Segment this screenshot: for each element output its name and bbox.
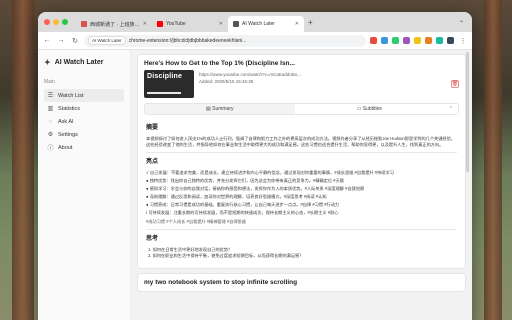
extension-icon[interactable] [447, 37, 454, 44]
window-controls [44, 19, 68, 25]
trash-icon: 🗑 [451, 81, 459, 87]
sidebar-item-label: Settings [58, 131, 78, 138]
extension-icon[interactable] [370, 37, 377, 44]
address-bar[interactable]: AI Watch Later chrome-extension://jbhcdc… [84, 34, 366, 47]
brand-name: AI Watch Later [54, 59, 104, 66]
new-tab-button[interactable]: + [308, 18, 313, 27]
sidebar-item-label: About [58, 144, 73, 151]
extension-icon[interactable] [414, 37, 421, 44]
close-tab-icon[interactable]: ✕ [295, 21, 299, 27]
back-icon[interactable]: ← [42, 37, 52, 44]
tab-summary[interactable]: ▤ Summary [145, 104, 295, 114]
tab-search-button[interactable]: ⌄ [459, 17, 464, 24]
info-icon: ⓘ [47, 146, 54, 152]
main-content: Here's How to Get to the Top 1% (Discipl… [131, 50, 472, 320]
browser-tab[interactable]: 西城新通了 · 上班族 · 开始... ✕ [76, 16, 152, 32]
sidebar-item-ask-ai[interactable]: ◌ Ask AI [44, 115, 124, 128]
tab-favicon-icon [233, 21, 239, 27]
highlight-item: ● 感知学习：学会与你的自我对话，接纳你的感受和想法，发挥你作为人的本质优势。#… [146, 185, 365, 191]
video-title[interactable]: Here's How to Get to the Top 1% (Discipl… [144, 60, 459, 67]
highlight-item: ● 独特优势：找出你自己独特的优势，并充分发挥它们，因为这会为你带来真正的竞争力… [146, 177, 344, 183]
browser-window: 西城新通了 · 上班族 · 开始... ✕ YouTube ✕ AI Watch… [38, 12, 472, 320]
extension-icon[interactable] [381, 37, 388, 44]
close-tab-icon[interactable]: ✕ [143, 21, 147, 27]
added-date: Added: 2025/5/15 15:46:38 [199, 79, 254, 84]
close-tab-icon[interactable]: ✕ [219, 21, 223, 27]
video-url[interactable]: https://www.youtube.com/watch?v=mCaEaddo… [199, 72, 446, 77]
content-tabs: ▤ Summary ▭ Subtitles ⌃ [144, 103, 459, 115]
thumbnail-bar [147, 92, 181, 94]
background-tree [484, 0, 502, 320]
highlight-item: I 可持续发展：注重长期的可持续发展，而不是短期的快速成功，保持长期主义的心态，… [146, 210, 339, 216]
zoom-window-button[interactable] [62, 19, 68, 25]
extension-icon[interactable] [425, 37, 432, 44]
sidebar-item-statistics[interactable]: ▥ Statistics [44, 102, 124, 115]
browser-tab-active[interactable]: AI Watch Later ✕ [228, 16, 304, 32]
extension-icon[interactable] [403, 37, 410, 44]
extension-icon[interactable] [436, 37, 443, 44]
highlights-heading: 亮点 [146, 158, 159, 165]
tab-bar: 西城新通了 · 上班族 · 开始... ✕ YouTube ✕ AI Watch… [38, 12, 472, 32]
video-card: Here's How to Get to the Top 1% (Discipl… [137, 54, 466, 270]
background-tree [12, 0, 34, 320]
close-window-button[interactable] [44, 19, 50, 25]
video-header: Discipline https://www.youtube.com/watch… [144, 70, 459, 98]
url-text: chrome-extension://jbhcdcfjdbjbbbakedeen… [128, 37, 247, 44]
youtube-icon [157, 21, 163, 27]
more-menu-icon[interactable]: ⋮ [458, 37, 468, 45]
abstract-text: 本视频探讨了如何进入顶尖1%的成功人士行列，强调了自律和努力工作之外的更高层次的… [146, 135, 455, 147]
abstract-heading: 摘要 [146, 125, 159, 131]
tab-favicon-icon [81, 21, 87, 27]
minimize-window-button[interactable] [53, 19, 59, 25]
gear-icon: ⚙ [47, 132, 54, 138]
sidebar-item-about[interactable]: ⓘ About [44, 141, 124, 154]
list-icon: ☰ [47, 93, 54, 99]
delete-button[interactable]: 🗑 [451, 80, 459, 88]
section-label: Main [44, 79, 55, 85]
tab-label: 西城新通了 · 上班族 · 开始... [90, 21, 140, 28]
extension-chip: AI Watch Later [88, 36, 126, 45]
app-layout: ✦ AI Watch Later Main ☰ Watch List ▥ Sta… [38, 50, 472, 320]
browser-toolbar: ← → ↻ AI Watch Later chrome-extension://… [38, 32, 472, 50]
video-card-next[interactable]: my two notebook system to stop infinite … [137, 273, 466, 293]
collapse-icon[interactable]: ⌃ [444, 106, 458, 112]
sidebar-item-label: Ask AI [58, 118, 74, 125]
browser-tab[interactable]: YouTube ✕ [152, 16, 228, 32]
sidebar-item-label: Statistics [58, 105, 81, 112]
chart-icon: ▥ [47, 106, 54, 112]
thoughts-heading: 思考 [146, 236, 159, 243]
highlight-item: ● 深刻理解：通过反思和阅读，加深你对世界的理解，培养良好思维模式，#深度思考 … [146, 193, 327, 199]
scrollbar[interactable] [466, 52, 469, 172]
tag-list: #成功习惯 #个人成长 #自我提升 #精神管理 #自律思维 [146, 219, 247, 225]
highlight-item: ✓ 自己发展：不要追求完美，而是成长，建立持续进步和内心平静的信念，通过发现对你… [146, 169, 394, 175]
extension-icon[interactable] [392, 37, 399, 44]
brand: ✦ AI Watch Later [44, 58, 124, 67]
sparkle-icon: ✦ [44, 58, 51, 67]
tab-subtitles[interactable]: ▭ Subtitles [295, 106, 445, 112]
sidebar: ✦ AI Watch Later Main ☰ Watch List ▥ Sta… [38, 50, 131, 320]
tab-label: AI Watch Later [242, 21, 275, 27]
tab-subtitles-label: Subtitles [362, 106, 382, 112]
divider [146, 229, 457, 231]
video-title: my two notebook system to stop infinite … [144, 279, 298, 287]
divider [146, 151, 457, 153]
sidebar-item-label: Watch List [58, 92, 84, 99]
chat-icon: ◌ [48, 118, 53, 125]
reload-icon[interactable]: ↻ [70, 37, 80, 45]
tab-label: YouTube [166, 21, 186, 27]
summary-content: 摘要 本视频探讨了如何进入顶尖1%的成功人士行列，强调了自律和努力工作之外的更高… [144, 115, 459, 263]
video-meta: https://www.youtube.com/watch?v=mCaEaddo… [199, 70, 446, 98]
sidebar-item-settings[interactable]: ⚙ Settings [44, 128, 124, 141]
sidebar-item-watch-list[interactable]: ☰ Watch List [44, 89, 124, 102]
video-thumbnail[interactable]: Discipline [144, 70, 194, 98]
thought-item: 2. 如何在职业和生活中保持平衡，避免过度追求短期目标，从而获得长期的满足感？ [148, 253, 304, 258]
highlight-item: ● 习惯养成：日常习惯是成功的基础，重复执行核心习惯，让自己每天进步一点点。#自… [146, 201, 340, 207]
thumbnail-text: Discipline [147, 73, 183, 80]
forward-icon[interactable]: → [56, 37, 66, 44]
tab-summary-label: Summary [212, 106, 234, 112]
